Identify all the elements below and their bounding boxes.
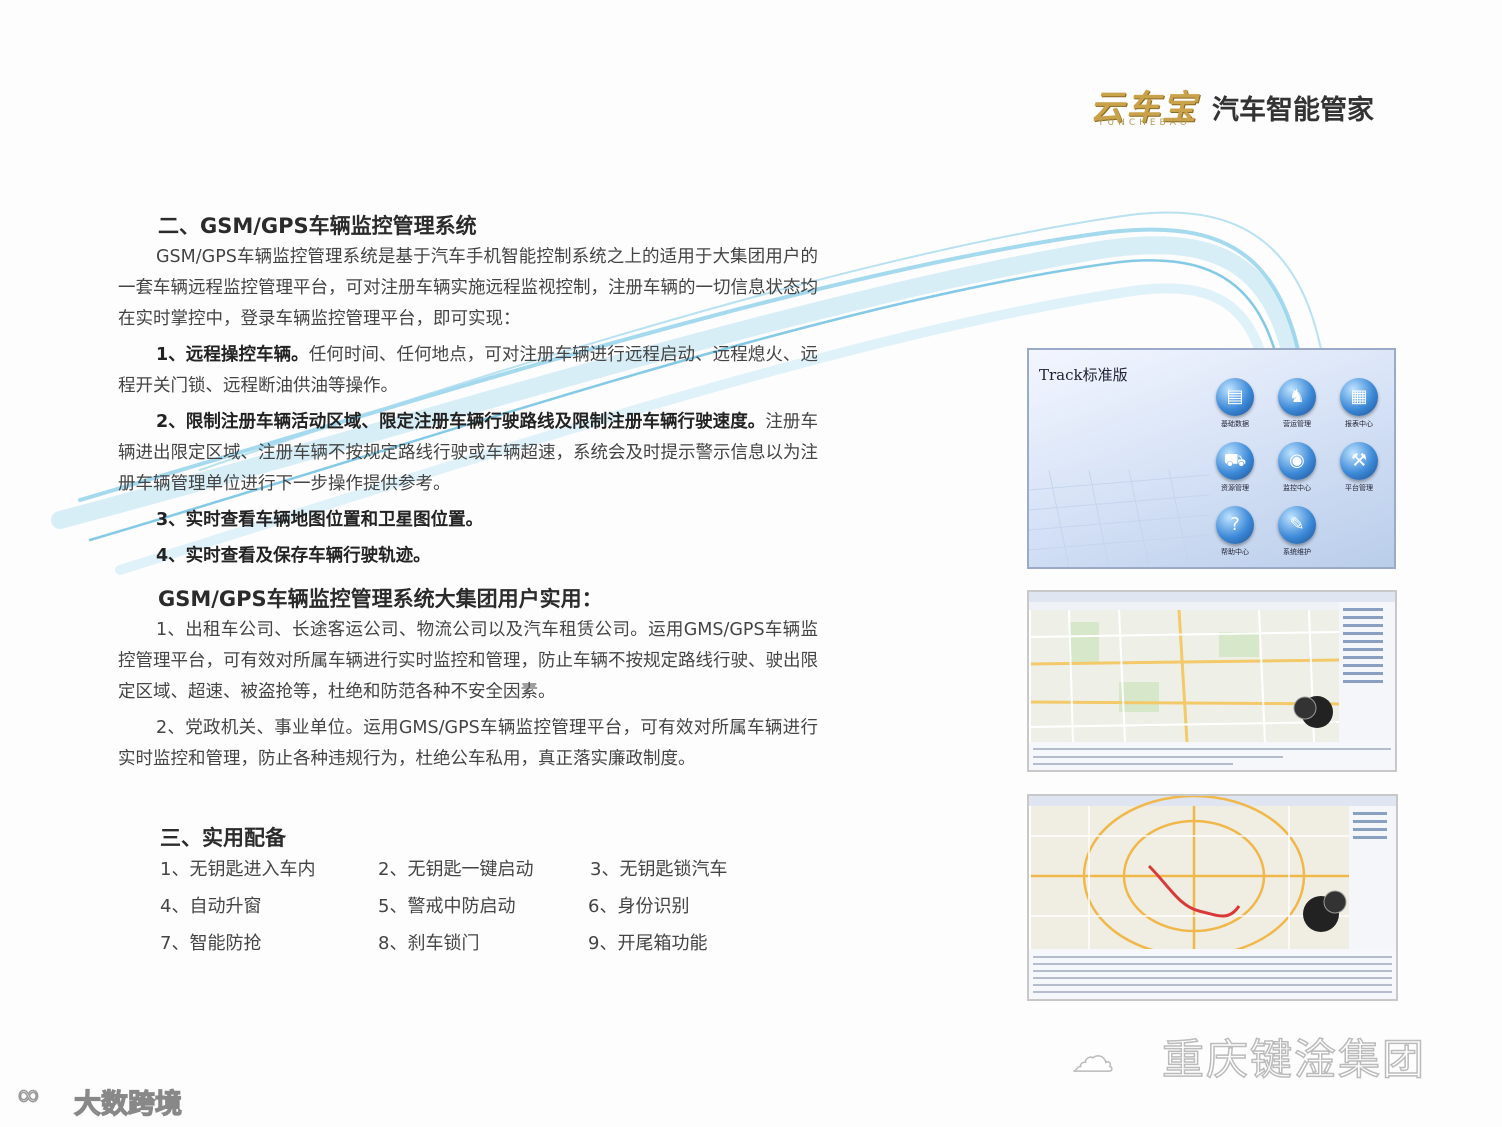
trajectory-map-graphic: [1029, 796, 1396, 999]
usage-heading: GSM/GPS车辆监控管理系统大集团用户实用：: [158, 587, 603, 611]
feature-5: 5、警戒中防启动: [378, 896, 516, 917]
feature-8: 8、刹车锁门: [378, 933, 480, 954]
tile-platform[interactable]: ⚒ 平台管理: [1331, 442, 1387, 493]
feature-grid: 1、无钥匙进入车内 2、无钥匙一键启动 3、无钥匙锁汽车 4、自动升窗 5、警戒…: [160, 855, 820, 966]
help-icon: ?: [1216, 506, 1254, 544]
tile-label: 监控中心: [1283, 484, 1311, 492]
eye-icon: ◉: [1278, 442, 1316, 480]
wechat-icon: ☁: [1071, 1031, 1115, 1082]
usage-p2: 2、党政机关、事业单位。运用GMS/GPS车辆监控管理平台，可有效对所属车辆进行…: [118, 718, 818, 769]
item-4-title: 4、实时查看及保存车辆行驶轨迹。: [156, 546, 431, 566]
usage-body: 1、出租车公司、长途客运公司、物流公司以及汽车租赁公司。运用GMS/GPS车辆监…: [118, 615, 818, 775]
tile-report[interactable]: ▦ 报表中心: [1331, 378, 1387, 429]
report-icon: ▦: [1340, 378, 1378, 416]
wrench-icon: ✎: [1278, 506, 1316, 544]
section3-heading: 三、实用配备: [160, 826, 286, 850]
grid-decoration: [1029, 470, 1209, 567]
feature-6: 6、身份识别: [588, 896, 690, 917]
logo-icon: ∞: [15, 1077, 42, 1114]
tile-label: 基础数据: [1221, 420, 1249, 428]
tile-help[interactable]: ? 帮助中心: [1207, 506, 1263, 557]
person-icon: ♞: [1278, 378, 1316, 416]
brand-title: 汽车智能管家: [1212, 95, 1374, 126]
trajectory-screenshot: [1027, 794, 1398, 1001]
folder-icon: ▤: [1216, 378, 1254, 416]
section2-item-1: 1、远程操控车辆。任何时间、任何地点，可对注册车辆进行远程启动、远程熄火、远程开…: [118, 340, 818, 402]
item-1-title: 1、远程操控车辆。: [156, 345, 309, 365]
map-monitor-screenshot: [1027, 590, 1397, 772]
feature-1: 1、无钥匙进入车内: [160, 859, 316, 880]
brand-header: 云车宝 YUNCHEBAO 汽车智能管家: [1090, 78, 1410, 138]
section2-item-2: 2、限制注册车辆活动区域、限定注册车辆行驶路线及限制注册车辆行驶速度。注册车辆进…: [118, 407, 818, 500]
section2-item-3: 3、实时查看车辆地图位置和卫星图位置。: [118, 505, 818, 536]
usage-p1: 1、出租车公司、长途客运公司、物流公司以及汽车租赁公司。运用GMS/GPS车辆监…: [118, 620, 818, 702]
watermark-text: 重庆键淦集团: [1161, 1034, 1427, 1085]
brand-pinyin: YUNCHEBAO: [1098, 118, 1191, 128]
feature-2: 2、无钥匙一键启动: [378, 859, 534, 880]
feature-7: 7、智能防抢: [160, 933, 262, 954]
corner-watermark: ∞ 大数跨境: [15, 1076, 236, 1122]
tile-label: 帮助中心: [1221, 548, 1249, 556]
tile-resource[interactable]: ⛟ 资源管理: [1207, 442, 1263, 493]
feature-4: 4、自动升窗: [160, 896, 262, 917]
item-3-title: 3、实时查看车辆地图位置和卫星图位置。: [156, 510, 484, 530]
item-2-title: 2、限制注册车辆活动区域、限定注册车辆行驶路线及限制注册车辆行驶速度。: [156, 412, 766, 432]
section2-body: GSM/GPS车辆监控管理系统是基于汽车手机智能控制系统之上的适用于大集团用户的…: [118, 242, 818, 572]
tile-label: 资源管理: [1221, 484, 1249, 492]
tile-label: 系统维护: [1283, 548, 1311, 556]
tile-operation[interactable]: ♞ 营运管理: [1269, 378, 1325, 429]
section2-intro: GSM/GPS车辆监控管理系统是基于汽车手机智能控制系统之上的适用于大集团用户的…: [118, 247, 818, 329]
tile-label: 报表中心: [1345, 420, 1373, 428]
corner-text: 大数跨境: [73, 1088, 182, 1120]
map-graphic: [1029, 592, 1395, 770]
tile-basic-data[interactable]: ▤ 基础数据: [1207, 378, 1263, 429]
tile-label: 营运管理: [1283, 420, 1311, 428]
track-menu-screenshot: Track标准版 ▤ 基础数据 ♞ 营运管理 ▦ 报表中心 ⛟ 资源管理 ◉ 监…: [1027, 348, 1396, 569]
truck-icon: ⛟: [1216, 442, 1254, 480]
section2-item-4: 4、实时查看及保存车辆行驶轨迹。: [118, 541, 818, 572]
tools-icon: ⚒: [1340, 442, 1378, 480]
feature-9: 9、开尾箱功能: [588, 933, 708, 954]
section2-heading: 二、GSM/GPS车辆监控管理系统: [158, 214, 477, 238]
track-title: Track标准版: [1039, 366, 1128, 384]
tile-label: 平台管理: [1345, 484, 1373, 492]
feature-3: 3、无钥匙锁汽车: [590, 859, 728, 880]
wechat-watermark: ☁ 重庆键淦集团: [1071, 1022, 1472, 1085]
tile-monitor[interactable]: ◉ 监控中心: [1269, 442, 1325, 493]
tile-maintenance[interactable]: ✎ 系统维护: [1269, 506, 1325, 557]
